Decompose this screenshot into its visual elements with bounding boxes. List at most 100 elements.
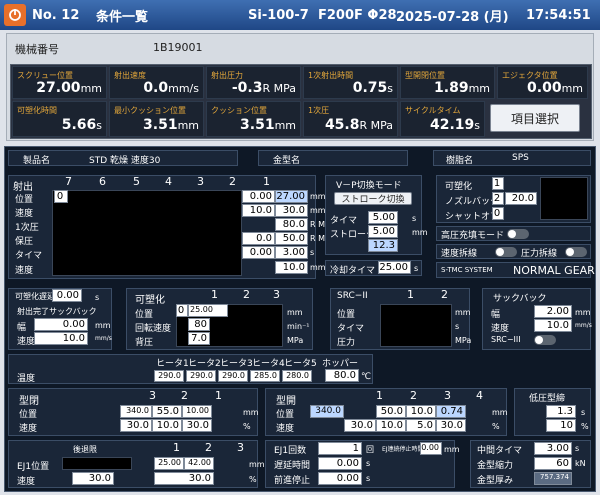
inj-speed-2[interactable]: 10.0 — [242, 204, 275, 217]
inj-hold-1[interactable]: 50.0 — [275, 232, 308, 245]
mold-clamp-panel: 中間タイマ 金型縮力 金型厚み s kN — [470, 440, 591, 488]
resin-name-label: 樹脂名 — [446, 156, 474, 166]
vp-current-value: 12.3 — [368, 239, 398, 252]
machine-number-value: 1B19001 — [153, 41, 203, 54]
suckback-width-value[interactable]: 0.00 — [34, 318, 88, 331]
open-pos-3[interactable]: 10.0 — [406, 405, 436, 418]
time-text: 17:54:51 — [526, 7, 591, 23]
speed-fold-toggle[interactable] — [495, 247, 517, 257]
open-speed-1[interactable]: 30.0 — [344, 419, 376, 432]
close-pos-1[interactable]: 10.00 — [182, 405, 212, 418]
resin-name-value[interactable]: SPS — [512, 153, 529, 163]
heater-3-temp[interactable]: 290.0 — [218, 370, 248, 382]
monitor-cushion: クッション位置 3.51mm — [206, 101, 301, 137]
mold-id: Si-100-7 — [248, 7, 309, 23]
ejector-count[interactable]: 1 — [318, 442, 362, 455]
suckback-speed-value[interactable]: 10.0 — [34, 332, 88, 345]
open-pos-1[interactable]: 340.0 — [310, 405, 344, 418]
close-speed-2[interactable]: 10.0 — [152, 419, 182, 432]
plasticize-pos-1[interactable]: 25.00 — [188, 304, 228, 317]
resin-name-bar: 樹脂名 SPS — [433, 150, 591, 166]
ejector-continuous-stop[interactable]: 0.00 — [420, 442, 442, 455]
ejector-pos-2[interactable]: 42.00 — [184, 457, 214, 470]
low-pressure-percent[interactable]: 10 — [546, 419, 576, 432]
monitor-first-pressure: 1次圧 45.8R MPa — [303, 101, 398, 137]
cooling-timer-value[interactable]: 25.00 — [378, 261, 411, 274]
ejector-panel: 後退限 1 2 3 EJ1位置 速度 mm % — [8, 440, 265, 488]
hopper-temp[interactable]: 80.0 — [325, 369, 359, 382]
product-name-label: 製品名 — [23, 156, 51, 166]
product-name-bar: 製品名 STD 乾燥 速度30 — [8, 150, 238, 166]
tmc-gear-value: NORMAL GEAR — [513, 264, 595, 277]
inj-primary-pressure[interactable]: 80.0 — [275, 218, 308, 231]
heater-1-temp[interactable]: 290.0 — [154, 370, 184, 382]
fold-mode-row: 速度拆線 圧力拆線 — [436, 244, 591, 259]
title-bar: No. 12 条件一覧 Si-100-7 F200F Φ28 2025-07-2… — [0, 0, 600, 30]
ejector-pos-1[interactable]: 25.00 — [154, 457, 184, 470]
open-speed-2[interactable]: 10.0 — [376, 419, 406, 432]
spec-text: F200F Φ28 — [318, 7, 397, 23]
tmc-row: S-TMC SYSTEM NORMAL GEAR — [436, 262, 595, 278]
injection-title: 射出 — [13, 182, 33, 193]
ejector-delay[interactable]: 0.00 — [318, 457, 362, 470]
mold-thickness: 757.374 — [534, 472, 572, 485]
open-speed-4[interactable]: 30.0 — [436, 419, 466, 432]
open-pos-2[interactable]: 50.0 — [376, 405, 406, 418]
monitor-min-cushion: 最小クッション位置 3.51mm — [109, 101, 204, 137]
suckback-speed[interactable]: 10.0 — [534, 319, 572, 332]
mold-clamp-force[interactable]: 60 — [534, 457, 572, 470]
pressure-fold-toggle[interactable] — [565, 247, 587, 257]
plasticize-delay-value[interactable]: 0.00 — [52, 289, 82, 302]
monitor-plasticizing-time: 可塑化時間 5.66s — [12, 101, 107, 137]
inj-timer-2[interactable]: 0.00 — [242, 246, 275, 259]
ejector-forward-stop[interactable]: 0.00 — [318, 472, 362, 485]
nozzle-back-value[interactable]: 20.0 — [505, 192, 537, 205]
plasticize-rpm[interactable]: 80 — [188, 318, 210, 331]
mold-name-label: 金型名 — [273, 156, 301, 166]
machine-number-label: 機械番号 — [15, 43, 59, 56]
close-speed-3[interactable]: 30.0 — [120, 419, 152, 432]
open-pos-4[interactable]: 0.74 — [436, 405, 466, 418]
item-select-button[interactable]: 項目選択 — [490, 104, 580, 132]
ejector-speed-1[interactable]: 30.0 — [154, 472, 214, 485]
mold-name-bar: 金型名 — [258, 150, 408, 166]
product-name-value[interactable]: STD 乾燥 速度30 — [89, 153, 160, 166]
screen-number: No. 12 — [32, 7, 80, 23]
heater-5-temp[interactable]: 280.0 — [282, 370, 312, 382]
close-pos-2[interactable]: 55.0 — [152, 405, 182, 418]
inj-timer-1[interactable]: 3.00 — [275, 246, 308, 259]
heater-4-temp[interactable]: 285.0 — [250, 370, 280, 382]
src3-toggle[interactable] — [534, 335, 556, 345]
inj-hold-speed[interactable]: 10.0 — [275, 261, 308, 274]
high-pressure-mode: 高圧充填モード — [436, 226, 591, 241]
heater-2-temp[interactable]: 290.0 — [186, 370, 216, 382]
inj-pos-0[interactable]: 0 — [54, 190, 68, 203]
screen-title: 条件一覧 — [96, 9, 149, 25]
intermediate-timer[interactable]: 3.00 — [534, 442, 572, 455]
date-text: 2025-07-28 (月) — [396, 9, 509, 25]
home-icon[interactable] — [4, 4, 26, 26]
monitor-ejector-position: エジェクタ位置 0.00mm — [497, 66, 588, 99]
inj-speed-1[interactable]: 30.0 — [275, 204, 308, 217]
close-speed-1[interactable]: 30.0 — [182, 419, 212, 432]
high-pressure-toggle[interactable] — [507, 229, 529, 239]
monitor-screw-position: スクリュー位置 27.00mm — [12, 66, 107, 99]
low-pressure-time[interactable]: 1.3 — [546, 405, 576, 418]
monitor-first-injection-time: 1次射出時間 0.75s — [303, 66, 398, 99]
open-speed-3[interactable]: 5.0 — [406, 419, 436, 432]
inj-pos-1[interactable]: 27.00 — [275, 190, 308, 203]
suckback-width[interactable]: 2.00 — [534, 305, 572, 318]
close-pos-3[interactable]: 340.0 — [120, 405, 152, 418]
injection-grid — [52, 190, 242, 276]
inj-pos-2[interactable]: 0.00 — [242, 190, 275, 203]
vp-stroke-value[interactable]: 5.00 — [368, 225, 398, 238]
vp-timer-value[interactable]: 5.00 — [368, 211, 398, 224]
monitor-cycle-time: サイクルタイム 42.19s — [400, 101, 485, 137]
monitor-mold-position: 型開閉位置 1.89mm — [400, 66, 495, 99]
vp-mode-button[interactable]: ストローク切換 — [334, 192, 412, 205]
monitor-injection-pressure: 射出圧力 -0.3R MPa — [206, 66, 301, 99]
plasticize-back-pressure[interactable]: 7.0 — [188, 332, 210, 345]
inj-hold-2[interactable]: 0.0 — [242, 232, 275, 245]
monitor-injection-speed: 射出速度 0.0mm/s — [109, 66, 204, 99]
ejector-speed-0[interactable]: 30.0 — [72, 472, 114, 485]
